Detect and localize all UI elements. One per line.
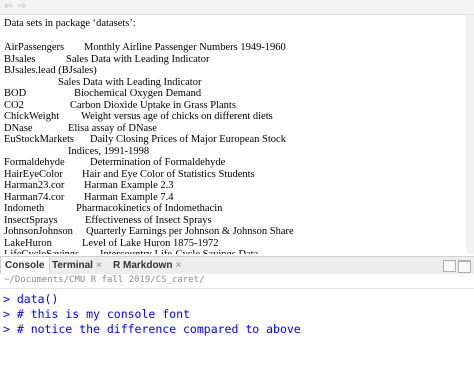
dataset-description: Carbon Dioxide Uptake in Grass Plants — [70, 99, 236, 111]
dataset-description: Harman Example 2.3 — [84, 180, 174, 191]
console-output[interactable]: > data() > # this is my console font > #… — [0, 289, 474, 375]
tab-r-markdown-label: R Markdown — [113, 260, 173, 271]
minimize-pane-icon[interactable] — [443, 260, 456, 272]
dataset-name: AirPassengers — [4, 42, 65, 53]
dataset-description: Harman Example 7.4 — [84, 191, 174, 203]
dataset-description: Hair and Eye Color of Statistics Student… — [82, 168, 255, 180]
dataset-description: Level of Lake Huron 1875-1972 — [82, 237, 219, 249]
dataset-description: Daily Closing Prices of Major European S… — [90, 134, 286, 145]
help-toolbar: ⇦ ⇨ — [0, 0, 474, 15]
console-path-bar: ~/Documents/CMU R fall 2019/CS_caret/ — [0, 274, 474, 289]
dataset-name: Indometh — [4, 203, 45, 214]
dataset-name: InsectSprays — [4, 214, 58, 226]
console-line: > # this is my console font — [3, 307, 190, 321]
maximize-pane-icon[interactable] — [458, 260, 471, 273]
dataset-name: JohnsonJohnson — [4, 226, 73, 237]
tab-terminal[interactable]: Terminal × — [52, 257, 108, 274]
dataset-name: Harman74.cor — [4, 191, 65, 203]
dataset-description: Weight versus age of chicks on different… — [81, 111, 273, 122]
working-directory-path[interactable]: ~/Documents/CMU R fall 2019/CS_caret/ — [4, 275, 204, 285]
dataset-name: BJsales — [4, 53, 36, 65]
close-icon[interactable]: × — [96, 260, 102, 271]
help-pane: Data sets in package ‘datasets’: AirPass… — [0, 15, 474, 254]
help-title: Data sets in package ‘datasets’: — [4, 18, 136, 29]
forward-arrow-icon[interactable]: ⇨ — [18, 1, 26, 13]
dataset-name: BOD — [4, 88, 27, 99]
dataset-name: Formaldehyde — [4, 157, 65, 168]
dataset-name: EuStockMarkets — [4, 134, 74, 145]
dataset-name: Harman23.cor — [4, 180, 65, 191]
tab-r-markdown[interactable]: R Markdown × — [113, 257, 183, 274]
dataset-name: HairEyeColor — [4, 168, 63, 180]
back-arrow-icon[interactable]: ⇦ — [4, 1, 12, 13]
dataset-description: Monthly Airline Passenger Numbers 1949-1… — [84, 42, 286, 53]
tab-console-label: Console — [5, 260, 45, 271]
dataset-description: Determination of Formaldehyde — [90, 157, 226, 168]
tab-terminal-label: Terminal — [52, 260, 93, 271]
dataset-description: Sales Data with Leading Indicator — [66, 53, 210, 65]
close-icon[interactable]: × — [175, 260, 181, 271]
dataset-description: Quarterly Earnings per Johnson & Johnson… — [86, 226, 294, 237]
dataset-description: Elisa assay of DNase — [68, 122, 157, 134]
dataset-name: BJsales.lead (BJsales) — [4, 65, 97, 76]
dataset-name: CO2 — [4, 99, 24, 111]
dataset-description: Indices, 1991-1998 — [68, 145, 150, 157]
dataset-description: Biochemical Oxygen Demand — [74, 88, 202, 99]
dataset-description: Sales Data with Leading Indicator — [58, 76, 202, 88]
dataset-description: Effectiveness of Insect Sprays — [85, 214, 212, 226]
tab-console[interactable]: Console — [0, 257, 50, 274]
dataset-name: LakeHuron — [4, 237, 52, 249]
dataset-name: ChickWeight — [4, 111, 60, 122]
console-tabbar: Console Terminal × R Markdown × — [0, 256, 474, 275]
console-line: > # notice the difference compared to ab… — [3, 322, 301, 336]
dataset-name: LifeCycleSavings — [4, 249, 79, 254]
help-scrollbar[interactable] — [466, 15, 474, 254]
dataset-description: Pharmacokinetics of Indomethacin — [76, 203, 223, 214]
console-line: > data() — [3, 292, 59, 306]
dataset-name: DNase — [4, 122, 33, 134]
dataset-description: Intercountry Life-Cycle Savings Data — [100, 249, 258, 254]
